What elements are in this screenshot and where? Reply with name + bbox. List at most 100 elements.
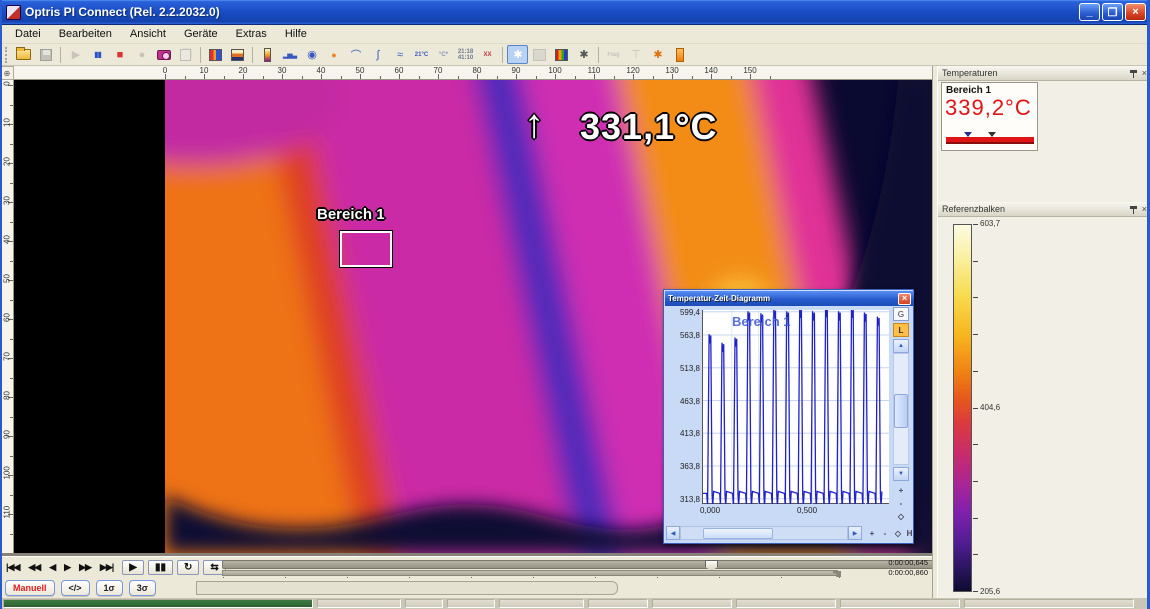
step-forward-button[interactable]: ▶ bbox=[64, 562, 70, 573]
status-bar bbox=[0, 598, 1150, 609]
diagram-zoom-in-button[interactable]: + bbox=[893, 483, 909, 497]
fast-forward-button[interactable]: ▶▶ bbox=[79, 562, 91, 573]
rewind-button[interactable]: ◀◀ bbox=[28, 562, 40, 573]
video-icon[interactable]: ◉ bbox=[301, 45, 322, 64]
thermal-image-viewport[interactable]: Bereich 1 ↑ 331,1°C Temperatur-Zeit-Diag… bbox=[14, 80, 932, 553]
menu-item-geräte[interactable]: Geräte bbox=[175, 26, 227, 42]
hruler-label: 100 bbox=[548, 66, 561, 75]
step-back-button[interactable]: ◀ bbox=[49, 562, 55, 573]
diagram-hold-button[interactable]: H bbox=[904, 526, 915, 540]
multi-chart-icon[interactable]: ≈ bbox=[389, 45, 410, 64]
color-setup-icon[interactable] bbox=[551, 45, 572, 64]
temp-display-icon[interactable]: 21°C bbox=[411, 45, 432, 64]
diagram-y-tick-label: 463,8 bbox=[667, 397, 700, 406]
hruler-label: 130 bbox=[665, 66, 678, 75]
play-button[interactable]: ▶ bbox=[122, 560, 144, 575]
palette-range-icon[interactable] bbox=[227, 45, 248, 64]
toolbar-separator bbox=[502, 47, 503, 63]
diagram-vertical-scrollbar[interactable] bbox=[893, 353, 909, 465]
skip-start-button[interactable]: |◀◀ bbox=[6, 562, 19, 573]
tools-icon[interactable]: ✱ bbox=[573, 45, 594, 64]
device-icon[interactable]: ⊤ bbox=[625, 45, 646, 64]
close-button[interactable]: × bbox=[1125, 3, 1146, 21]
restore-button[interactable]: ❐ bbox=[1102, 3, 1123, 21]
diagram-zoom-out-button[interactable]: - bbox=[893, 496, 909, 510]
layout-icon[interactable] bbox=[529, 45, 550, 64]
play-icon[interactable]: ▶ bbox=[65, 45, 86, 64]
measure-area-box[interactable] bbox=[340, 231, 392, 267]
diagram-vertical-scroll-thumb[interactable] bbox=[894, 394, 908, 428]
record-icon[interactable]: ● bbox=[131, 45, 152, 64]
minimize-button[interactable]: _ bbox=[1079, 3, 1100, 21]
stop-icon[interactable]: ■ bbox=[109, 45, 130, 64]
scurve-chart-icon[interactable]: ∫ bbox=[367, 45, 388, 64]
diagram-horizontal-scrollbar[interactable] bbox=[680, 526, 848, 540]
status-pane bbox=[447, 599, 495, 608]
colorbar-tick bbox=[973, 481, 978, 482]
diagram-scroll-up-button[interactable]: ▲ bbox=[893, 339, 909, 353]
hruler-label: 90 bbox=[512, 66, 521, 75]
menu-item-extras[interactable]: Extras bbox=[227, 26, 276, 42]
pause-icon[interactable]: ▮▮ bbox=[87, 45, 108, 64]
diagram-horizontal-scroll-thumb[interactable] bbox=[703, 528, 773, 539]
range-button[interactable]: </> bbox=[61, 580, 90, 596]
reference-bar-icon[interactable] bbox=[257, 45, 278, 64]
sigma3-button[interactable]: 3σ bbox=[129, 580, 156, 596]
diagram-scroll-left-button[interactable]: ◀ bbox=[666, 526, 680, 540]
temperature-display-card[interactable]: Bereich 1 339,2°C bbox=[941, 82, 1038, 151]
orange-bar-icon[interactable] bbox=[669, 45, 690, 64]
horizontal-ruler: 0102030405060708090100110120130140150 bbox=[14, 66, 932, 80]
save-icon[interactable] bbox=[35, 45, 56, 64]
diagram-scroll-right-button[interactable]: ▶ bbox=[848, 526, 862, 540]
tools-colored-icon[interactable]: ✱ bbox=[647, 45, 668, 64]
flag-icon[interactable]: Flag bbox=[603, 45, 624, 64]
menu-item-hilfe[interactable]: Hilfe bbox=[276, 26, 316, 42]
palette-icon[interactable] bbox=[205, 45, 226, 64]
digits-display-icon[interactable]: 21:18 41:10 bbox=[455, 45, 476, 64]
diagram-local-button[interactable]: L bbox=[893, 323, 909, 337]
diagram-hzoom-out-button[interactable]: - bbox=[879, 526, 891, 540]
status-pane bbox=[405, 599, 443, 608]
pin-icon[interactable] bbox=[1130, 69, 1137, 78]
skip-end-button[interactable]: ▶▶| bbox=[100, 562, 113, 573]
histogram-icon[interactable]: ▂▅▃ bbox=[279, 45, 300, 64]
hruler-label: 50 bbox=[356, 66, 365, 75]
copy-icon[interactable] bbox=[175, 45, 196, 64]
snowflake-freeze-icon[interactable]: ✱ bbox=[507, 45, 528, 64]
diagram-hzoom-in-button[interactable]: + bbox=[866, 526, 878, 540]
diagram-hfit-button[interactable]: ◇ bbox=[892, 526, 904, 540]
pause-button[interactable]: ▮▮ bbox=[148, 560, 173, 575]
diagram-fit-button[interactable]: ◇ bbox=[893, 509, 909, 523]
measure-area-label: Bereich 1 bbox=[317, 206, 385, 223]
playback-bar: |◀◀◀◀◀▶▶▶▶▶|▶▮▮↻⇆ 0:00:00,645 0:00:00,86… bbox=[0, 556, 932, 578]
manuell-button[interactable]: Manuell bbox=[5, 580, 55, 596]
diagram-close-button[interactable]: × bbox=[898, 293, 911, 305]
open-file-icon[interactable] bbox=[13, 45, 34, 64]
status-pane bbox=[588, 599, 648, 608]
ruler-corner-button[interactable]: ⊕ bbox=[0, 66, 14, 80]
diagram-global-button[interactable]: G bbox=[893, 307, 909, 321]
timeline-slider[interactable] bbox=[222, 560, 934, 569]
colorbar-tick bbox=[973, 297, 978, 298]
timeline-range-bar[interactable] bbox=[222, 570, 838, 576]
temperature-time-diagram-window[interactable]: Temperatur-Zeit-Diagramm × 599,4563,8513… bbox=[663, 289, 914, 544]
menu-item-datei[interactable]: Datei bbox=[6, 26, 50, 42]
diagram-scroll-down-button[interactable]: ▼ bbox=[893, 467, 909, 481]
colorbar-tick bbox=[973, 408, 978, 409]
menu-item-bearbeiten[interactable]: Bearbeiten bbox=[50, 26, 121, 42]
pin-icon[interactable] bbox=[1130, 205, 1137, 214]
crossmarks-icon[interactable]: XX bbox=[477, 45, 498, 64]
menu-item-ansicht[interactable]: Ansicht bbox=[121, 26, 175, 42]
hruler-label: 10 bbox=[200, 66, 209, 75]
diagram-title-bar[interactable]: Temperatur-Zeit-Diagramm × bbox=[665, 291, 914, 306]
hotspot-icon[interactable]: ● bbox=[323, 45, 344, 64]
sigma1-button[interactable]: 1σ bbox=[96, 580, 123, 596]
temperaturen-panel-title: Temperaturen bbox=[942, 68, 998, 78]
cursor-arrow-icon: ↑ bbox=[524, 102, 544, 147]
colorbar-tick bbox=[973, 518, 978, 519]
temp-ref-icon[interactable]: °C* bbox=[433, 45, 454, 64]
profile-chart-icon[interactable]: ⌒ bbox=[345, 45, 366, 64]
colorbar-tick bbox=[973, 224, 978, 225]
snapshot-camera-icon[interactable] bbox=[153, 45, 174, 64]
loop-button[interactable]: ↻ bbox=[177, 560, 199, 575]
